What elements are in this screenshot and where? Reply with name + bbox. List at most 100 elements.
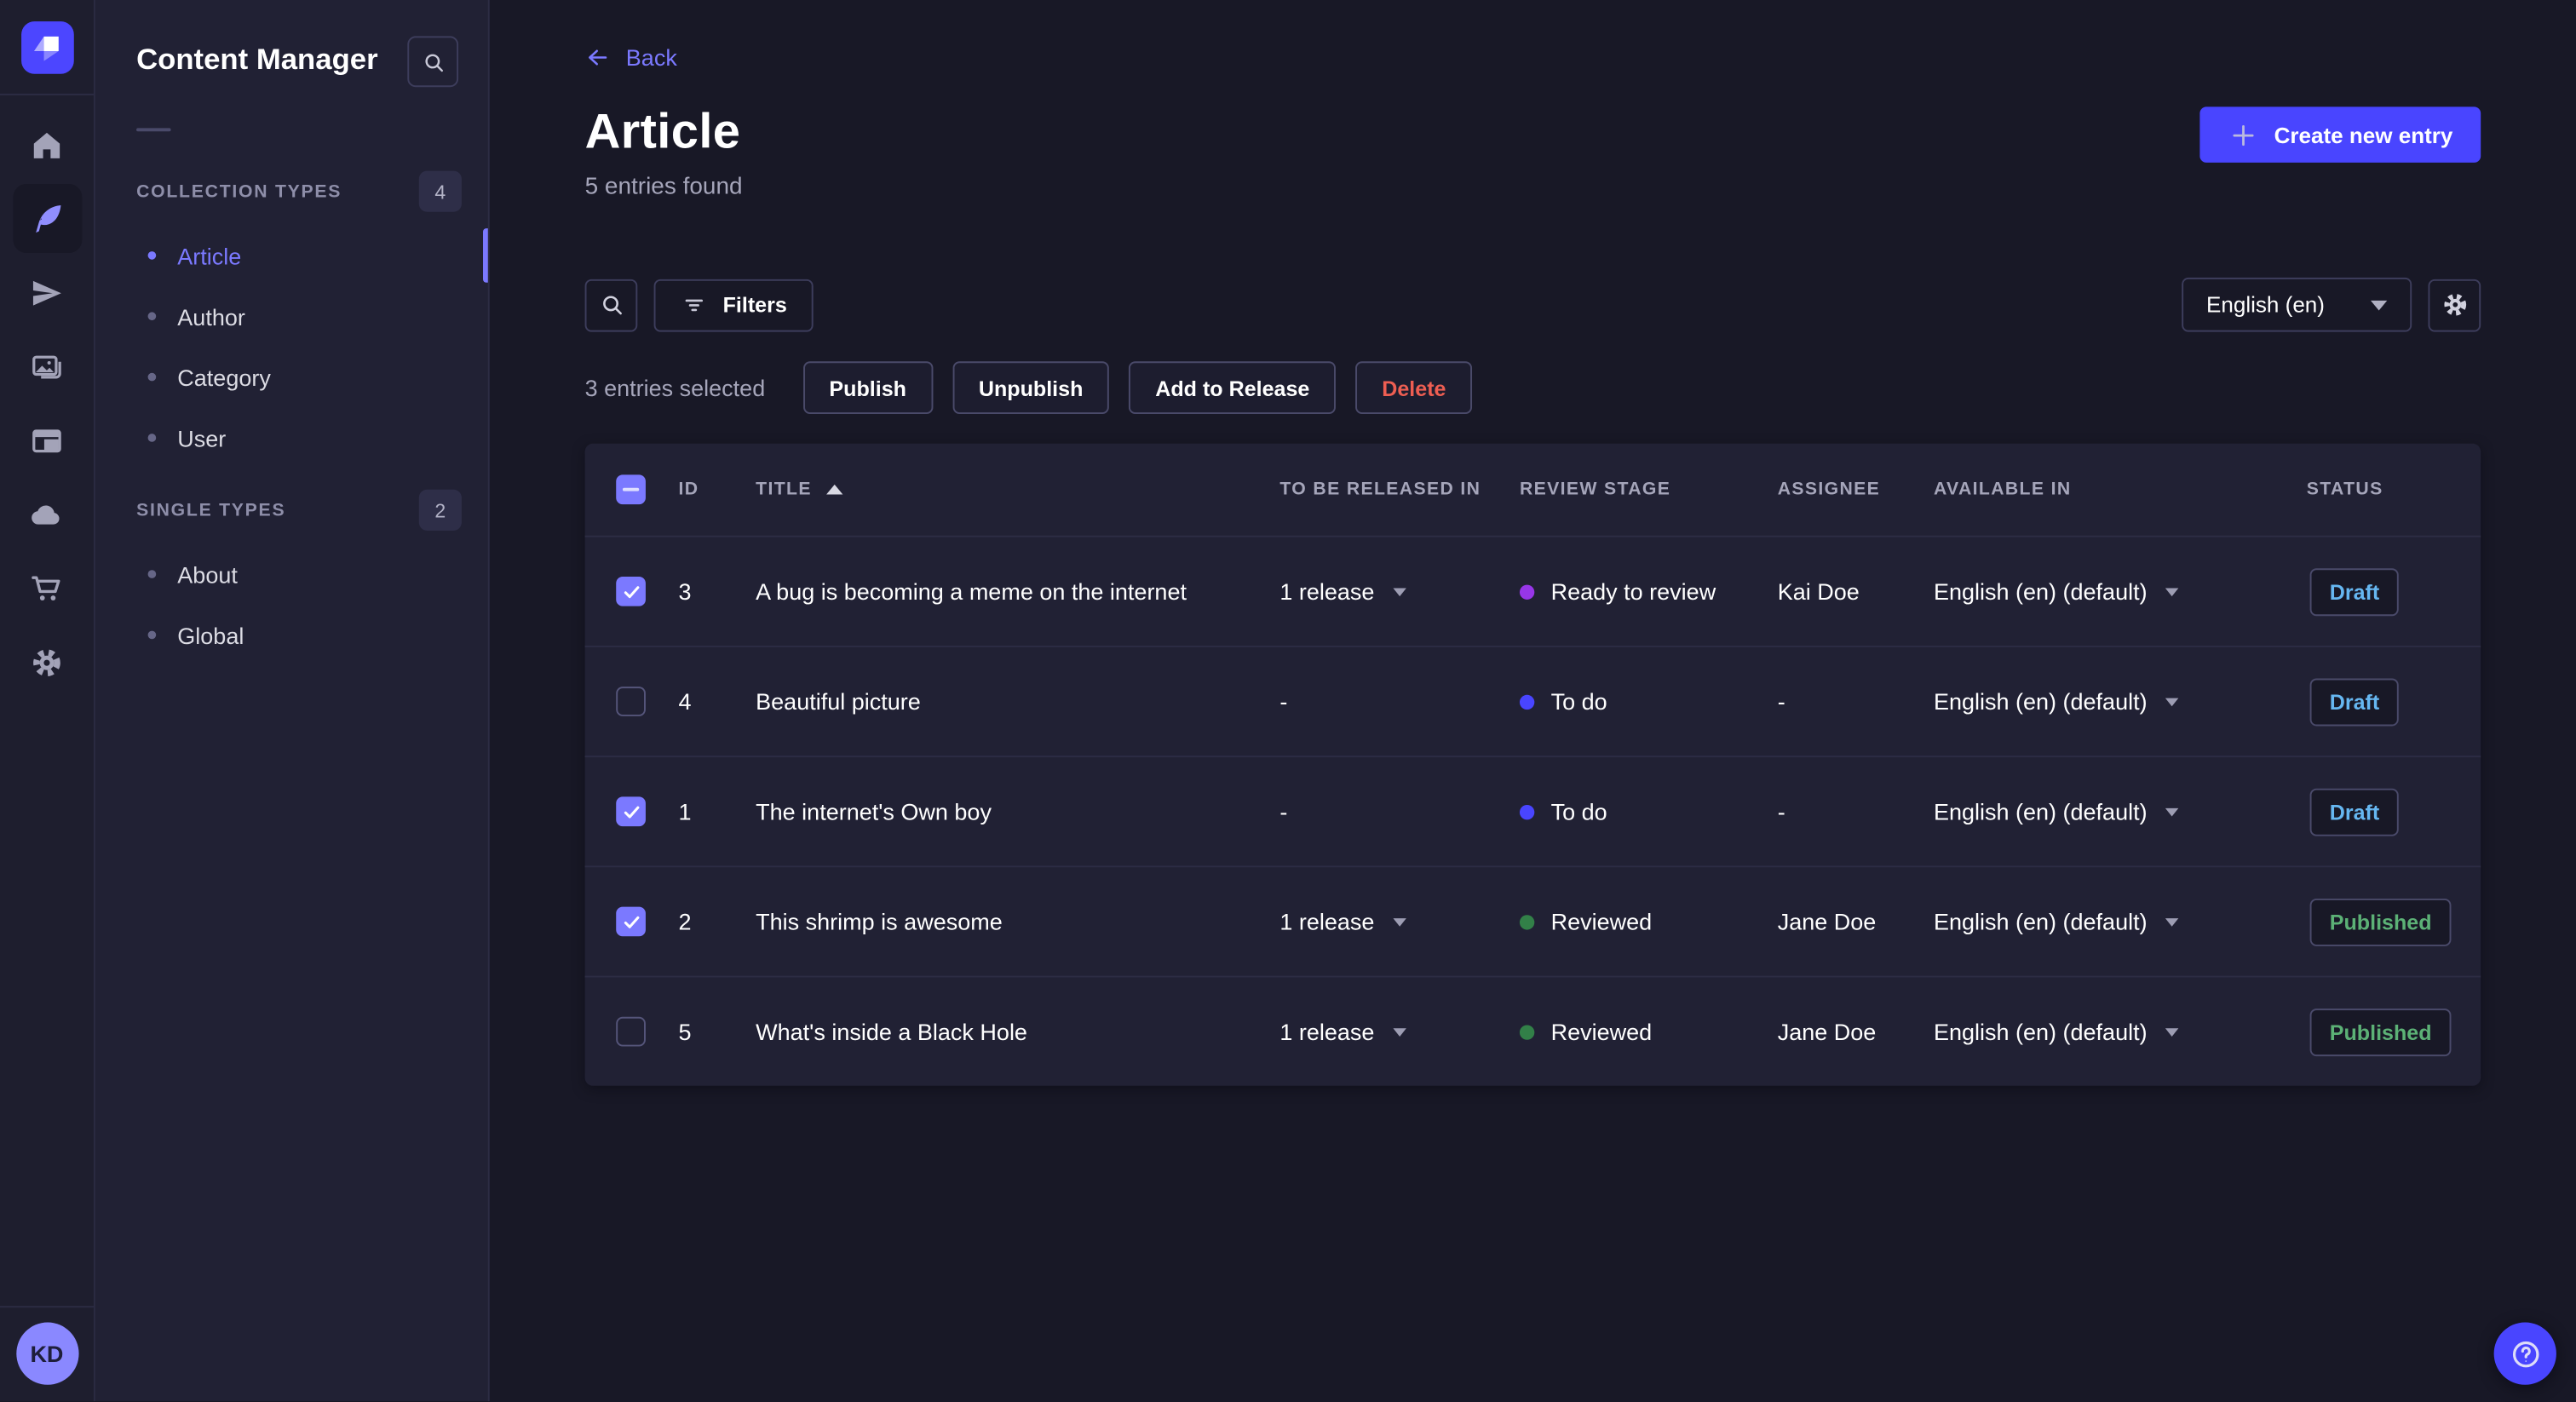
sidebar-item-user[interactable]: User xyxy=(95,407,488,468)
sidebar-item-global[interactable]: Global xyxy=(95,605,488,665)
media-library-icon[interactable] xyxy=(20,340,73,393)
content-type-builder-layout-icon[interactable] xyxy=(20,414,73,467)
locale-menu-button[interactable]: English (en) (default) xyxy=(1934,578,2307,605)
sidebar-item-label: Category xyxy=(177,364,271,391)
column-header-assignee: ASSIGNEE xyxy=(1777,480,1881,500)
locale-select[interactable]: English (en) xyxy=(2182,277,2412,332)
content-manager-subnav: Content Manager COLLECTION TYPES 4 Artic… xyxy=(95,0,490,1402)
column-header-available: AVAILABLE IN xyxy=(1933,480,2072,500)
release-menu-button[interactable]: 1 release xyxy=(1279,1019,1520,1045)
row-checkbox[interactable] xyxy=(616,906,646,937)
main-nav-rail: KD xyxy=(0,0,95,1402)
user-avatar[interactable]: KD xyxy=(15,1322,78,1385)
sidebar-item-label: User xyxy=(177,424,227,451)
cell-review-stage: To do xyxy=(1519,688,1778,715)
cloud-icon[interactable] xyxy=(20,488,73,541)
table-row[interactable]: 4 Beautiful picture - To do - English (e… xyxy=(584,645,2481,756)
row-checkbox[interactable] xyxy=(616,576,646,606)
cell-assignee: - xyxy=(1777,798,1785,825)
subnav-search-button[interactable] xyxy=(407,36,459,88)
cell-title: This shrimp is awesome xyxy=(756,908,1003,935)
caret-down-icon xyxy=(2165,697,2179,706)
stage-dot-icon xyxy=(1519,583,1535,599)
bullet-icon xyxy=(147,630,157,640)
content-manager-feather-icon[interactable] xyxy=(12,184,82,254)
cell-id: 2 xyxy=(678,908,692,935)
cell-title: A bug is becoming a meme on the internet xyxy=(756,577,1187,605)
locale-menu-button[interactable]: English (en) (default) xyxy=(1934,1019,2307,1045)
table-row[interactable]: 3 A bug is becoming a meme on the intern… xyxy=(584,535,2481,646)
unpublish-button[interactable]: Unpublish xyxy=(952,361,1110,415)
locale-menu-button[interactable]: English (en) (default) xyxy=(1934,798,2307,825)
rail-divider xyxy=(0,93,94,95)
table-row[interactable]: 1 The internet's Own boy - To do - Engli… xyxy=(584,756,2481,865)
table-row[interactable]: 2 This shrimp is awesome 1 release Revie… xyxy=(584,865,2481,975)
caret-down-icon xyxy=(2370,299,2388,310)
bullet-icon xyxy=(147,372,157,382)
sidebar-item-article[interactable]: Article xyxy=(95,225,488,285)
back-link[interactable]: Back xyxy=(585,44,677,71)
check-icon xyxy=(623,805,639,818)
release-menu-button[interactable]: 1 release xyxy=(1279,578,1520,605)
release-menu-button[interactable]: 1 release xyxy=(1279,909,1520,934)
caret-down-icon xyxy=(2165,807,2179,816)
settings-gear-icon[interactable] xyxy=(20,635,73,688)
cell-title: Beautiful picture xyxy=(756,688,921,715)
status-badge: Draft xyxy=(2309,787,2400,836)
create-new-entry-button[interactable]: Create new entry xyxy=(2199,106,2481,163)
home-icon[interactable] xyxy=(20,118,73,171)
caret-down-icon xyxy=(2165,1027,2179,1036)
sidebar-item-author[interactable]: Author xyxy=(95,286,488,347)
bullet-icon xyxy=(147,312,157,321)
back-arrow-icon xyxy=(589,49,607,66)
cell-title: What's inside a Black Hole xyxy=(756,1018,1027,1045)
search-icon xyxy=(424,53,443,72)
sidebar-item-category[interactable]: Category xyxy=(95,347,488,407)
cell-title: The internet's Own boy xyxy=(756,798,992,825)
single-types-section: SINGLE TYPES 2 About Global xyxy=(95,489,488,665)
page-title: Article xyxy=(584,105,741,160)
bullet-icon xyxy=(147,570,157,578)
bullet-icon xyxy=(147,434,157,442)
check-icon xyxy=(623,585,639,598)
section-count-badge: 2 xyxy=(418,489,462,531)
locale-menu-button[interactable]: English (en) (default) xyxy=(1934,688,2307,715)
cell-release-empty: - xyxy=(1279,688,1288,715)
releases-send-icon[interactable] xyxy=(20,266,73,319)
locale-menu-button[interactable]: English (en) (default) xyxy=(1934,909,2307,934)
delete-button[interactable]: Delete xyxy=(1355,361,1473,415)
view-settings-gear-button[interactable] xyxy=(2428,278,2481,331)
filter-icon xyxy=(685,299,704,312)
row-checkbox[interactable] xyxy=(616,1016,646,1047)
entries-table: ID TITLE TO BE RELEASED IN REVIEW STAGE … xyxy=(584,443,2481,1086)
row-checkbox[interactable] xyxy=(616,687,646,716)
status-badge: Published xyxy=(2309,897,2452,945)
selection-summary: 3 entries selected xyxy=(584,374,766,401)
publish-button[interactable]: Publish xyxy=(802,361,933,415)
gear-icon xyxy=(2443,293,2466,316)
stage-dot-icon xyxy=(1519,804,1535,819)
sidebar-item-about[interactable]: About xyxy=(95,543,488,604)
section-count-badge: 4 xyxy=(418,170,462,212)
add-to-release-button[interactable]: Add to Release xyxy=(1129,361,1337,415)
strapi-logo-glyph xyxy=(33,36,58,61)
sort-asc-icon xyxy=(826,484,843,495)
caret-down-icon xyxy=(1392,917,1406,926)
indeterminate-dash-icon xyxy=(622,487,640,491)
column-header-title-sort[interactable]: TITLE xyxy=(756,480,1279,499)
select-all-checkbox[interactable] xyxy=(616,474,646,505)
status-badge: Draft xyxy=(2309,567,2400,616)
table-row[interactable]: 5 What's inside a Black Hole 1 release R… xyxy=(584,975,2481,1086)
cell-review-stage: Reviewed xyxy=(1519,909,1778,934)
help-button[interactable] xyxy=(2493,1322,2556,1385)
stage-dot-icon xyxy=(1519,693,1535,710)
search-button[interactable] xyxy=(584,278,638,331)
column-header-release: TO BE RELEASED IN xyxy=(1279,480,1481,500)
filters-button[interactable]: Filters xyxy=(653,278,814,331)
strapi-logo[interactable] xyxy=(20,21,73,74)
marketplace-cart-icon[interactable] xyxy=(20,562,73,615)
section-label: COLLECTION TYPES xyxy=(136,181,342,202)
row-checkbox[interactable] xyxy=(616,796,646,827)
stage-dot-icon xyxy=(1519,1024,1535,1039)
cell-id: 1 xyxy=(678,798,692,825)
